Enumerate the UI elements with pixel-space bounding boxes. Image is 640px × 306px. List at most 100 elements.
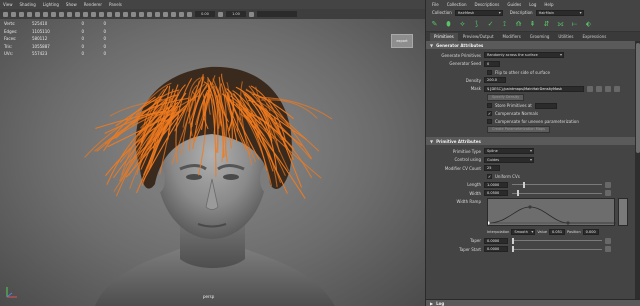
backface-culling-icon[interactable] xyxy=(179,11,184,17)
store-primitives-field[interactable] xyxy=(534,102,557,109)
generator-seed-field[interactable]: 0 xyxy=(484,60,500,67)
density-field[interactable]: 200.0 xyxy=(484,77,506,84)
length-slider[interactable] xyxy=(512,181,602,188)
width-slider[interactable] xyxy=(512,190,602,197)
menu-collection[interactable]: Collection xyxy=(447,2,467,7)
lights-icon[interactable] xyxy=(107,11,112,17)
create-description-icon[interactable]: ✎ xyxy=(430,20,439,29)
taper-slider[interactable] xyxy=(512,237,602,244)
slider-knob[interactable] xyxy=(512,237,514,244)
mask-expression-field[interactable]: ${DESC}/paintmaps/MainHairDensityMask xyxy=(484,85,584,92)
attribute-scroll-area[interactable]: ▼ Generator Attributes Generate Primitiv… xyxy=(426,41,635,299)
ambient-occlusion-icon[interactable] xyxy=(123,11,128,17)
menu-show[interactable]: Show xyxy=(66,2,77,7)
bookmark-icon[interactable] xyxy=(19,11,24,17)
select-guides-icon[interactable]: ⟡ xyxy=(458,20,467,29)
taper-start-slider[interactable] xyxy=(512,246,602,253)
menu-shading[interactable]: Shading xyxy=(20,2,36,7)
sculpt-guides-icon[interactable]: ⟟ xyxy=(500,20,509,29)
length-field[interactable]: 1.0000 xyxy=(484,181,508,188)
expression-editor-icon[interactable] xyxy=(587,85,593,92)
interpolation-dropdown[interactable]: Smooth xyxy=(511,229,536,235)
gamma-icon[interactable] xyxy=(218,11,223,17)
expression-editor-icon[interactable] xyxy=(605,246,611,253)
scrollbar-thumb[interactable] xyxy=(636,43,640,153)
gate-mask-icon[interactable] xyxy=(59,11,64,17)
attribute-scrollbar[interactable] xyxy=(635,41,640,299)
normalize-guides-icon[interactable]: ⇞ xyxy=(528,20,537,29)
tab-preview-output[interactable]: Preview/Output xyxy=(458,33,498,41)
film-gate-icon[interactable] xyxy=(43,11,48,17)
expression-editor-icon[interactable] xyxy=(605,237,611,244)
guide-length-icon[interactable]: ⟰ xyxy=(514,20,523,29)
slider-knob[interactable] xyxy=(516,190,519,197)
add-guide-icon[interactable]: ⬮ xyxy=(444,20,453,29)
export-button[interactable]: export xyxy=(391,34,413,48)
menu-file[interactable]: File xyxy=(432,2,439,7)
tab-modifiers[interactable]: Modifiers xyxy=(498,33,525,41)
menu-help[interactable]: Help xyxy=(544,2,553,7)
color-space-field[interactable] xyxy=(257,11,297,17)
exposure-icon[interactable] xyxy=(187,11,192,17)
menu-descriptions[interactable]: Descriptions xyxy=(475,2,500,7)
tab-primitives[interactable]: Primitives xyxy=(430,33,458,41)
uniform-cvs-checkbox[interactable]: ✓ xyxy=(487,174,492,179)
slider-knob[interactable] xyxy=(512,246,514,253)
anti-aliasing-icon[interactable] xyxy=(139,11,144,17)
create-maps-button[interactable]: Create Parameterization Maps xyxy=(487,126,550,134)
map-folder-icon[interactable] xyxy=(605,85,611,92)
viewport-panel[interactable]: View Shading Lighting Show Renderer Pane… xyxy=(0,0,425,306)
log-section-header[interactable]: ▶ Log xyxy=(426,299,640,306)
rebuild-guides-icon[interactable]: ✓ xyxy=(486,20,495,29)
store-primitives-checkbox[interactable] xyxy=(487,103,492,108)
preview-icon[interactable]: ⬖ xyxy=(584,20,593,29)
tab-grooming[interactable]: Grooming xyxy=(525,33,554,41)
primitive-type-dropdown[interactable]: Spline xyxy=(484,148,534,155)
menu-lighting[interactable]: Lighting xyxy=(43,2,59,7)
width-field[interactable]: 0.0500 xyxy=(484,190,508,197)
scene-render[interactable] xyxy=(0,19,425,306)
safe-action-icon[interactable] xyxy=(75,11,80,17)
description-dropdown[interactable]: HairMain xyxy=(535,9,584,16)
slider-knob[interactable] xyxy=(522,181,525,188)
width-ramp-graph[interactable] xyxy=(486,197,616,226)
uneven-param-checkbox[interactable] xyxy=(487,119,492,124)
ramp-side-panel[interactable] xyxy=(618,197,628,226)
tab-utilities[interactable]: Utilities xyxy=(554,33,578,41)
flip-surface-checkbox[interactable] xyxy=(487,69,492,75)
menu-log[interactable]: Log xyxy=(529,2,536,7)
specify-density-button[interactable]: Specify Density xyxy=(487,93,525,101)
compensate-normals-checkbox[interactable]: ✓ xyxy=(487,111,492,116)
ramp-value-field[interactable]: 0.051 xyxy=(549,229,566,235)
field-chart-icon[interactable] xyxy=(67,11,72,17)
expression-editor-icon[interactable] xyxy=(605,181,611,188)
depth-of-field-icon[interactable] xyxy=(147,11,152,17)
menu-panels[interactable]: Panels xyxy=(109,2,122,7)
flip-guides-icon[interactable]: ⇵ xyxy=(542,20,551,29)
isolate-select-icon[interactable] xyxy=(155,11,160,17)
xray-joints-icon[interactable] xyxy=(171,11,176,17)
shadows-icon[interactable] xyxy=(115,11,120,17)
paint-map-icon[interactable] xyxy=(596,85,602,92)
motion-blur-icon[interactable] xyxy=(131,11,136,17)
ramp-position-field[interactable]: 0.000 xyxy=(582,229,599,235)
collection-dropdown[interactable]: HairMesh xyxy=(454,9,503,16)
tab-expressions[interactable]: Expressions xyxy=(578,33,611,41)
primitive-attributes-header[interactable]: ▼ Primitive Attributes xyxy=(426,137,635,145)
select-camera-icon[interactable] xyxy=(3,11,8,17)
gamma-field[interactable]: 1.00 xyxy=(226,11,246,17)
color-management-icon[interactable] xyxy=(249,11,254,17)
cv-count-field[interactable]: 25 xyxy=(484,165,500,172)
exposure-field[interactable]: 0.00 xyxy=(195,11,215,17)
expression-editor-icon[interactable] xyxy=(605,190,611,197)
grid-icon[interactable] xyxy=(35,11,40,17)
generator-attributes-header[interactable]: ▼ Generator Attributes xyxy=(426,41,635,49)
generate-primitives-dropdown[interactable]: Randomly across the surface xyxy=(484,52,564,59)
resolution-gate-icon[interactable] xyxy=(51,11,56,17)
textured-icon[interactable] xyxy=(99,11,104,17)
xray-icon[interactable] xyxy=(163,11,168,17)
control-using-dropdown[interactable]: Guides xyxy=(484,156,534,163)
menu-view[interactable]: View xyxy=(3,2,13,7)
menu-guides[interactable]: Guides xyxy=(507,2,521,7)
menu-renderer[interactable]: Renderer xyxy=(84,2,102,7)
